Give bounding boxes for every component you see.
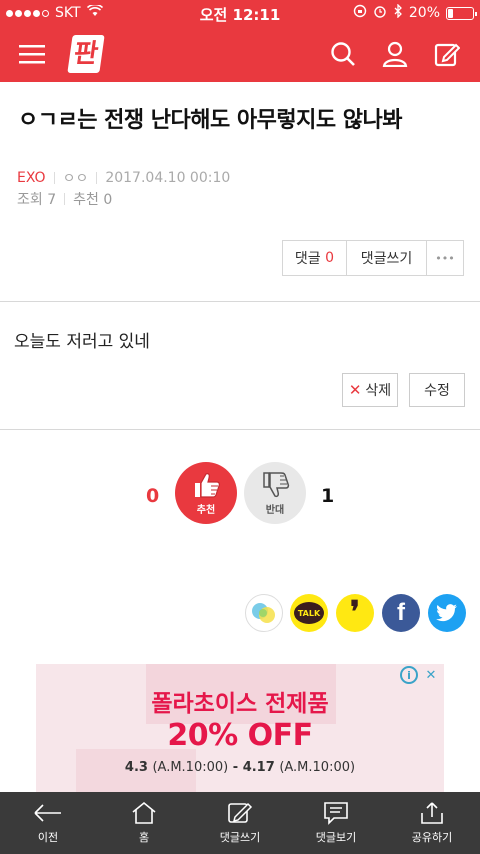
- ad-promo: 20% OFF: [167, 718, 313, 753]
- multi-circle-icon: [252, 603, 275, 623]
- home-label: 홈: [138, 831, 150, 844]
- upvote-label: 추천: [196, 504, 216, 516]
- post-stats: 조회 7 추천 0: [17, 189, 112, 209]
- view-comments-icon: [324, 802, 348, 825]
- alarm-icon: [373, 4, 387, 22]
- bottom-toolbar: 이전 홈 댓글쓰기 댓글보기 공유하기: [0, 792, 480, 854]
- home-icon: [132, 801, 156, 824]
- share-label: 공유하기: [411, 831, 453, 844]
- close-icon: ✕: [348, 381, 362, 399]
- more-button[interactable]: •••: [427, 241, 463, 275]
- comments-button[interactable]: 댓글 0: [283, 241, 347, 275]
- post-meta: EXO ㅇㅇ 2017.04.10 00:10: [17, 168, 230, 188]
- orientation-lock-icon: [353, 4, 367, 22]
- ad-close-icon[interactable]: ✕: [422, 666, 440, 684]
- share-twitter-button[interactable]: [428, 594, 466, 632]
- menu-icon[interactable]: [16, 38, 48, 70]
- share-line-button[interactable]: [245, 594, 283, 632]
- share-icon: [421, 802, 443, 824]
- share-facebook-button[interactable]: f: [382, 594, 420, 632]
- downvote-label: 반대: [265, 504, 285, 516]
- search-icon[interactable]: [327, 38, 359, 70]
- back-button[interactable]: 이전: [0, 792, 96, 854]
- back-arrow-icon: [34, 804, 61, 822]
- view-count: 조회 7: [17, 192, 57, 208]
- kakaotalk-icon: TALK: [294, 602, 324, 624]
- battery-icon: [446, 6, 477, 20]
- recommend-count: 추천 0: [73, 192, 113, 208]
- comment-count: 0: [325, 250, 335, 266]
- ad-info-icon[interactable]: i: [400, 666, 418, 684]
- downvote-count: 1: [321, 485, 335, 507]
- write-comment-button[interactable]: 댓글쓰기: [347, 241, 427, 275]
- pann-logo[interactable]: 판: [67, 35, 105, 73]
- divider: [0, 429, 480, 430]
- bluetooth-icon: [393, 3, 403, 22]
- upvote-button[interactable]: 추천: [175, 462, 237, 524]
- kakaostory-icon: ❜: [350, 595, 360, 630]
- share-button[interactable]: 공유하기: [384, 792, 480, 854]
- thumbs-up-icon: [195, 472, 220, 498]
- top-bar: SKT 오전 12:11 20% 판: [0, 0, 480, 82]
- thumbs-down-icon: [263, 471, 290, 497]
- share-kakaostory-button[interactable]: ❜: [336, 594, 374, 632]
- home-button[interactable]: 홈: [96, 792, 192, 854]
- ad-banner[interactable]: 폴라초이스 전제품 20% OFF 4.3 (A.M.10:00) - 4.17…: [36, 664, 444, 792]
- view-comments-label: 댓글보기: [315, 831, 357, 844]
- twitter-icon: [436, 604, 457, 622]
- facebook-icon: f: [397, 599, 405, 626]
- back-label: 이전: [37, 831, 59, 844]
- write-comment-toolbar-button[interactable]: 댓글쓰기: [192, 792, 288, 854]
- battery-percent: 20%: [408, 5, 440, 21]
- write-comment-icon: [228, 802, 253, 823]
- ad-dates: 4.3 (A.M.10:00) - 4.17 (A.M.10:00): [124, 760, 356, 775]
- edit-button[interactable]: 수정: [409, 373, 465, 407]
- share-kakaotalk-button[interactable]: TALK: [290, 594, 328, 632]
- upvote-count: 0: [146, 485, 160, 507]
- downvote-button[interactable]: 반대: [244, 462, 306, 524]
- post-title: ㅇㄱㄹ는 전쟁 난다해도 아무렇지도 않나봐: [18, 108, 402, 133]
- post-date: 2017.04.10 00:10: [105, 170, 231, 186]
- view-comments-button[interactable]: 댓글보기: [288, 792, 384, 854]
- user-icon[interactable]: [379, 38, 411, 70]
- category-link[interactable]: EXO: [17, 170, 46, 186]
- edit-icon[interactable]: [431, 38, 463, 70]
- delete-button[interactable]: ✕ 삭제: [342, 373, 398, 407]
- ad-headline: 폴라초이스 전제품: [151, 691, 329, 717]
- write-comment-label: 댓글쓰기: [219, 831, 261, 844]
- app-header: 판: [0, 26, 480, 82]
- divider: [0, 301, 480, 302]
- author-name: ㅇㅇ: [62, 171, 89, 187]
- comment-actions: 댓글 0 댓글쓰기 •••: [282, 240, 464, 276]
- status-bar: SKT 오전 12:11 20%: [0, 0, 480, 26]
- post-body: 오늘도 저러고 있네: [14, 332, 150, 352]
